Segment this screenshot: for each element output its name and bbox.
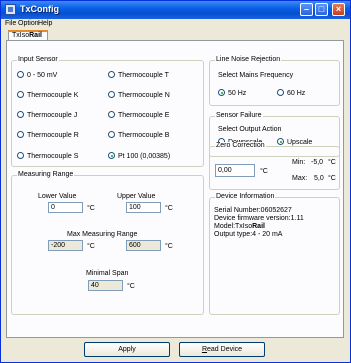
upper-unit: °C [165, 205, 173, 212]
tab-txisorail[interactable]: TxIsoRail [8, 30, 48, 40]
apply-button[interactable]: Apply [84, 342, 170, 357]
radio-icon [17, 152, 24, 159]
close-icon[interactable]: × [332, 3, 345, 16]
sensor-failure-caption: Select Output Action [218, 126, 282, 133]
max-high-field: 600 [126, 240, 161, 251]
serial-number: Serial Number:06052627 [214, 207, 292, 214]
menu-help[interactable]: Help [38, 20, 52, 27]
radio-icon [17, 71, 24, 78]
line-noise-title: Line Noise Rejection [215, 56, 282, 63]
lower-value-label: Lower Value [38, 193, 77, 200]
radio-0-50mv[interactable]: 0 - 50 mV [17, 71, 57, 80]
read-device-button[interactable]: Read Device [179, 342, 265, 357]
upper-value-label: Upper Value [117, 193, 156, 200]
tab-label-bold: Rail [29, 32, 42, 39]
radio-60hz[interactable]: 60 Hz [277, 89, 305, 98]
radio-label: Upscale [287, 139, 313, 146]
radio-thermocouple-r[interactable]: Thermocouple R [17, 131, 79, 140]
radio-selected-icon [277, 138, 284, 145]
radio-thermocouple-b[interactable]: Thermocouple B [108, 131, 169, 140]
radio-thermocouple-n[interactable]: Thermocouple N [108, 91, 170, 100]
radio-label: Thermocouple R [27, 132, 79, 139]
model-prefix: Model:TxIso [214, 223, 253, 230]
app-icon [5, 4, 16, 15]
min-value: -5,0 [311, 159, 324, 166]
apply-button-label: Apply [118, 346, 136, 353]
radio-icon [108, 71, 115, 78]
max-low-field: -200 [48, 240, 83, 251]
max-value: 5,0 [314, 175, 324, 182]
max-low-unit: °C [87, 243, 95, 250]
radio-thermocouple-e[interactable]: Thermocouple E [108, 111, 169, 120]
radio-label: Thermocouple J [27, 112, 78, 119]
radio-label: Thermocouple B [118, 132, 170, 139]
model-bold: Rail [252, 223, 265, 230]
radio-icon [277, 89, 284, 96]
minimize-icon[interactable]: – [300, 3, 313, 16]
title-bar[interactable]: TxConfig – □ × [1, 1, 350, 19]
minimal-span-label: Minimal Span [86, 270, 129, 277]
max-high-unit: °C [165, 243, 173, 250]
zero-correction-title: Zero Correction [215, 142, 266, 149]
radio-50hz[interactable]: 50 Hz [218, 89, 246, 98]
radio-thermocouple-k[interactable]: Thermocouple K [17, 91, 78, 100]
zero-correction-group: Zero Correction 0,00 °C Min: -5,0 °C Max… [209, 142, 340, 190]
radio-label: 50 Hz [228, 90, 247, 97]
radio-thermocouple-s[interactable]: Thermocouple S [17, 152, 78, 161]
zero-correction-input[interactable]: 0,00 [215, 164, 255, 177]
radio-icon [17, 131, 24, 138]
menu-file[interactable]: File [5, 20, 16, 27]
radio-label: 60 Hz [287, 90, 306, 97]
radio-icon [17, 91, 24, 98]
max-unit: °C [328, 175, 336, 182]
device-info-group: Device Information Serial Number:0605262… [209, 193, 340, 315]
radio-selected-icon [108, 152, 115, 159]
tab-panel: Input Sensor 0 - 50 mV Thermocouple T Th… [6, 40, 344, 338]
measuring-range-group: Measuring Range Lower Value 0 °C Upper V… [11, 171, 204, 315]
radio-label: Thermocouple N [118, 92, 170, 99]
min-label: Min: [292, 159, 306, 166]
line-noise-group: Line Noise Rejection Select Mains Freque… [209, 56, 340, 106]
upper-value-input[interactable]: 100 [126, 202, 161, 213]
radio-icon [108, 91, 115, 98]
maximize-icon[interactable]: □ [315, 3, 328, 16]
line-noise-caption: Select Mains Frequency [218, 72, 294, 79]
read-device-label: ead Device [207, 346, 243, 353]
radio-label: Thermocouple T [118, 72, 169, 79]
device-info-title: Device Information [215, 193, 276, 200]
measuring-range-title: Measuring Range [17, 171, 75, 178]
firmware-version: Device firmware version:1.11 [214, 215, 304, 222]
radio-icon [17, 111, 24, 118]
input-sensor-group: Input Sensor 0 - 50 mV Thermocouple T Th… [11, 56, 204, 167]
menu-option[interactable]: Option [18, 20, 39, 27]
min-unit: °C [328, 159, 336, 166]
output-type: Output type:4 - 20 mA [214, 231, 283, 238]
radio-thermocouple-t[interactable]: Thermocouple T [108, 71, 169, 80]
radio-label: Thermocouple E [118, 112, 170, 119]
radio-label: Thermocouple K [27, 92, 79, 99]
radio-label: 0 - 50 mV [27, 72, 58, 79]
span-unit: °C [127, 283, 135, 290]
max-label: Max: [292, 175, 308, 182]
radio-pt100[interactable]: Pt 100 (0,00385) [108, 152, 170, 161]
radio-icon [108, 111, 115, 118]
lower-value-input[interactable]: 0 [48, 202, 83, 213]
minimal-span-field: 40 [88, 280, 123, 291]
lower-unit: °C [87, 205, 95, 212]
zero-unit: °C [260, 168, 268, 175]
main-window: TxConfig – □ × File Option Help TxIsoRai… [0, 0, 351, 363]
window-title: TxConfig [20, 4, 59, 14]
menu-bar: File Option Help [1, 19, 350, 30]
radio-icon [108, 131, 115, 138]
input-sensor-title: Input Sensor [17, 56, 59, 63]
model: Model:TxIsoRail [214, 223, 265, 230]
max-range-label: Max Measuring Range [67, 231, 138, 238]
tab-label-prefix: TxIso [12, 32, 30, 39]
radio-selected-icon [218, 89, 225, 96]
radio-thermocouple-j[interactable]: Thermocouple J [17, 111, 77, 120]
radio-label: Pt 100 (0,00385) [118, 153, 171, 160]
sensor-failure-title: Sensor Failure [215, 112, 263, 119]
radio-label: Thermocouple S [27, 153, 79, 160]
